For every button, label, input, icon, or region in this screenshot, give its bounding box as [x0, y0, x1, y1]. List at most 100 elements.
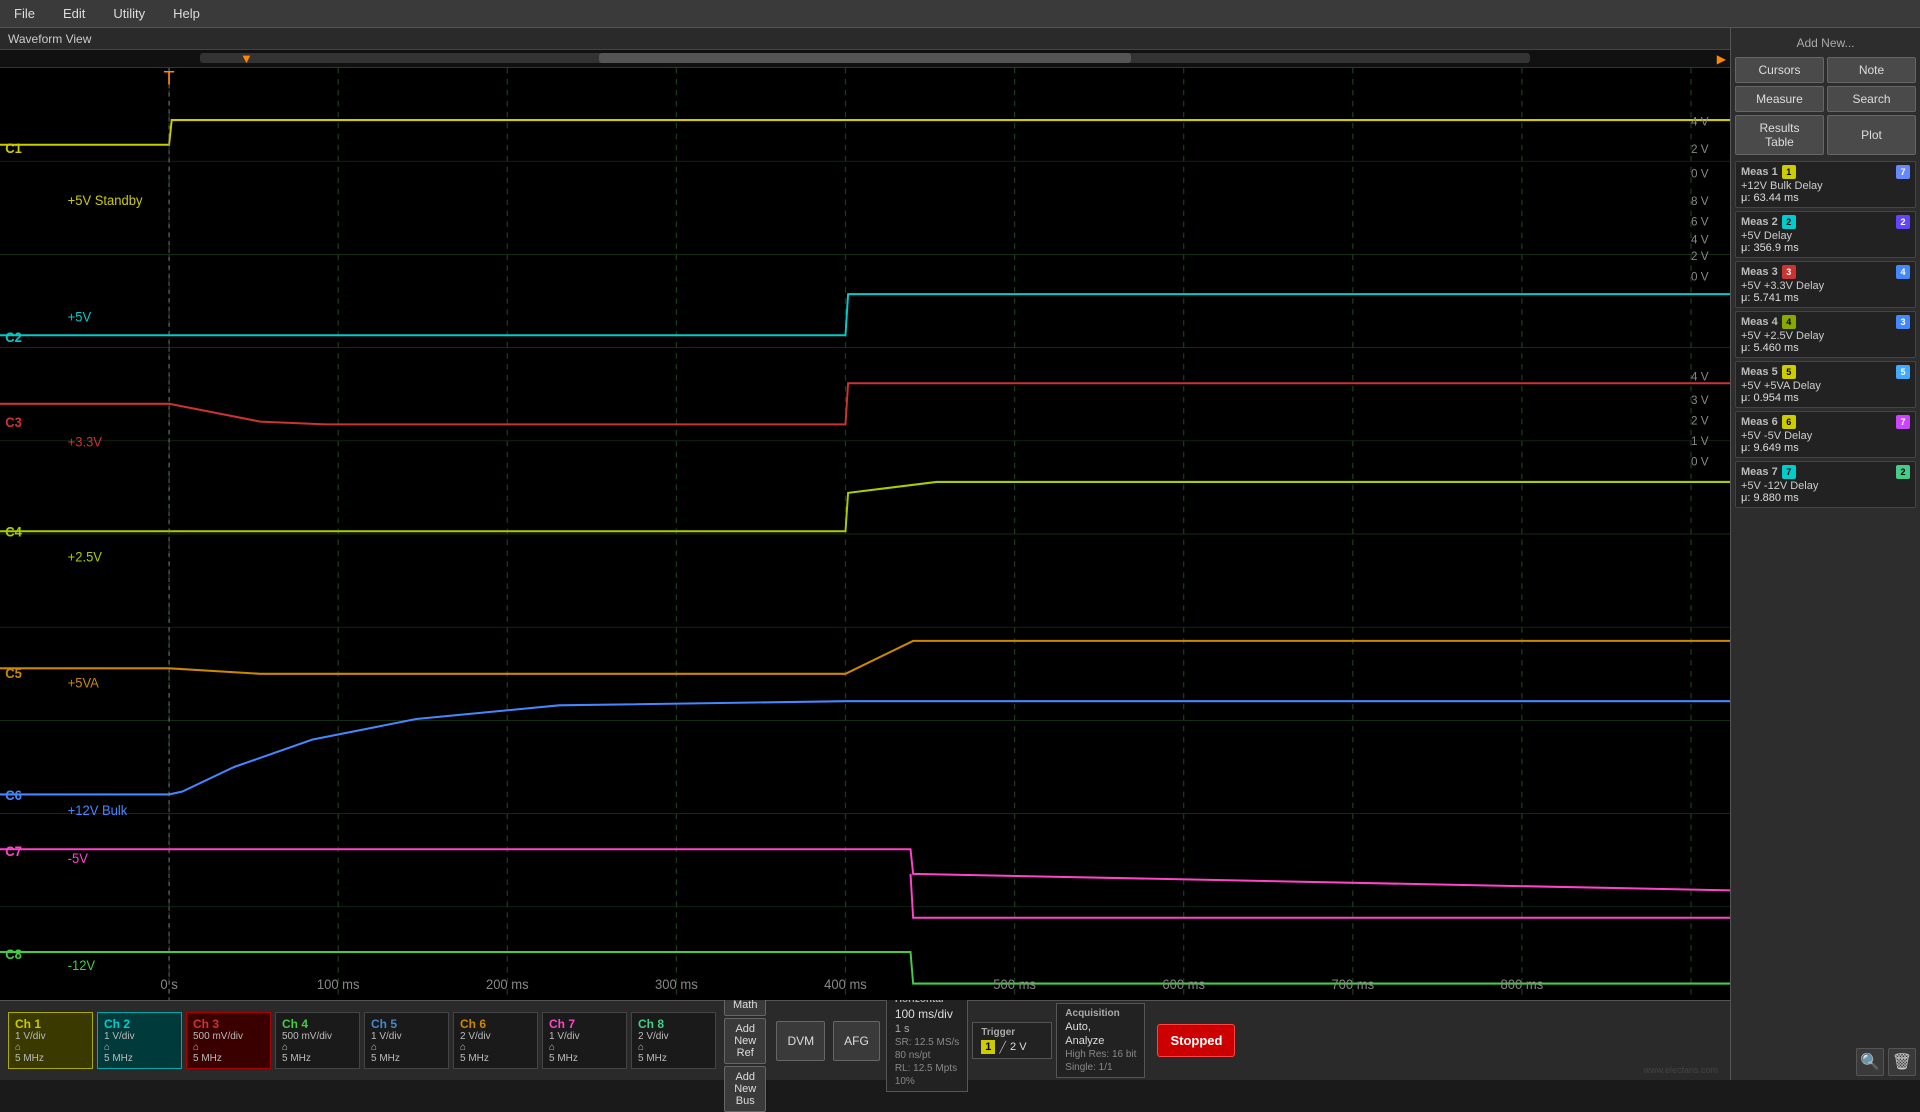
ch6-info[interactable]: Ch 6 2 V/div ⌂ 5 MHz — [453, 1012, 538, 1069]
meas-7-title: +5V -12V Delay — [1741, 480, 1910, 492]
ch8-info[interactable]: Ch 8 2 V/div ⌂ 5 MHz — [631, 1012, 716, 1069]
horizontal-timebase: 100 ms/div — [895, 1007, 959, 1021]
btn-row-1: Cursors Note — [1735, 57, 1916, 83]
stopped-button[interactable]: Stopped — [1157, 1024, 1235, 1057]
svg-text:200 ms: 200 ms — [486, 977, 529, 992]
delete-icon[interactable]: 🗑 — [1888, 1048, 1916, 1076]
svg-text:6 V: 6 V — [1691, 214, 1709, 228]
ch8-label: Ch 8 — [638, 1017, 709, 1031]
menu-utility[interactable]: Utility — [107, 4, 151, 23]
add-new-label: Add New... — [1735, 32, 1916, 54]
meas-2[interactable]: Meas 2 2 2 +5V Delay μ: 356.9 ms — [1735, 211, 1916, 258]
svg-text:C4: C4 — [5, 524, 22, 539]
ch5-label: Ch 5 — [371, 1017, 442, 1031]
note-button[interactable]: Note — [1827, 57, 1916, 83]
svg-text:-5V: -5V — [68, 851, 88, 866]
ch7-freq: 5 MHz — [549, 1053, 620, 1064]
zoom-bar[interactable] — [200, 53, 1530, 63]
meas-3-label: Meas 3 — [1741, 266, 1778, 278]
acquisition-mode: Auto, — [1065, 1021, 1136, 1033]
add-new-ref-btn[interactable]: Add New Ref — [724, 1018, 766, 1064]
waveform-canvas[interactable]: T C1 C2 C3 C4 C5 C6 C7 C8 +5V Standby +5… — [0, 68, 1730, 1000]
meas-6[interactable]: Meas 6 6 7 +5V -5V Delay μ: 9.649 ms — [1735, 411, 1916, 458]
stopped-btn-area: Stopped — [1157, 1024, 1235, 1057]
menu-edit[interactable]: Edit — [57, 4, 91, 23]
ch3-info[interactable]: Ch 3 500 mV/div ⌂ 5 MHz — [186, 1012, 271, 1069]
acquisition-single: Single: 1/1 — [1065, 1062, 1136, 1073]
zoom-icon[interactable]: 🔍 — [1856, 1048, 1884, 1076]
svg-text:600 ms: 600 ms — [1162, 977, 1205, 992]
cursors-button[interactable]: Cursors — [1735, 57, 1824, 83]
meas-1[interactable]: Meas 1 1 7 +12V Bulk Delay μ: 63.44 ms — [1735, 161, 1916, 208]
measurements-list: Meas 1 1 7 +12V Bulk Delay μ: 63.44 ms M… — [1731, 159, 1920, 1044]
search-button[interactable]: Search — [1827, 86, 1916, 112]
right-panel: Add New... Cursors Note Measure Search R… — [1730, 28, 1920, 1080]
ch7-label: Ch 7 — [549, 1017, 620, 1031]
svg-text:3 V: 3 V — [1691, 393, 1709, 407]
acquisition-section: Acquisition Auto, Analyze High Res: 16 b… — [1056, 1003, 1145, 1078]
afg-button[interactable]: AFG — [833, 1021, 880, 1061]
ch1-info[interactable]: Ch 1 1 V/div ⌂ 5 MHz — [8, 1012, 93, 1069]
ch3-bw: ⌂ — [193, 1042, 264, 1053]
ch6-label: Ch 6 — [460, 1017, 531, 1031]
btn-row-3: Results Table Plot — [1735, 115, 1916, 155]
trigger-bar: ▼ ▶ — [0, 50, 1730, 68]
add-new-text: Add New... — [1796, 36, 1854, 50]
svg-text:0 V: 0 V — [1691, 454, 1709, 468]
meas-1-title: +12V Bulk Delay — [1741, 180, 1910, 192]
add-new-bus-btn[interactable]: Add New Bus — [724, 1066, 766, 1112]
meas-2-title: +5V Delay — [1741, 230, 1910, 242]
meas-3-title: +5V +3.3V Delay — [1741, 280, 1910, 292]
meas-6-ch-badge: 7 — [1896, 415, 1910, 429]
menu-file[interactable]: File — [8, 4, 41, 23]
right-top-buttons: Add New... Cursors Note Measure Search R… — [1731, 28, 1920, 159]
svg-text:C1: C1 — [5, 141, 22, 156]
svg-text:C3: C3 — [5, 415, 22, 430]
meas-1-label: Meas 1 — [1741, 166, 1778, 178]
meas-5[interactable]: Meas 5 5 5 +5V +5VA Delay μ: 0.954 ms — [1735, 361, 1916, 408]
meas-5-header: Meas 5 5 5 — [1741, 365, 1910, 379]
horizontal-sr: SR: 12.5 MS/s — [895, 1037, 959, 1048]
meas-7[interactable]: Meas 7 7 2 +5V -12V Delay μ: 9.880 ms — [1735, 461, 1916, 508]
results-table-button[interactable]: Results Table — [1735, 115, 1824, 155]
meas-7-value: μ: 9.880 ms — [1741, 492, 1910, 504]
meas-2-ch-badge: 2 — [1896, 215, 1910, 229]
meas-4-ch-badge: 3 — [1896, 315, 1910, 329]
ch2-info[interactable]: Ch 2 1 V/div ⌂ 5 MHz — [97, 1012, 182, 1069]
horizontal-trig-pct: 10% — [895, 1076, 959, 1087]
meas-6-header: Meas 6 6 7 — [1741, 415, 1910, 429]
menu-help[interactable]: Help — [167, 4, 206, 23]
ch7-info[interactable]: Ch 7 1 V/div ⌂ 5 MHz — [542, 1012, 627, 1069]
svg-text:+5V Standby: +5V Standby — [68, 193, 143, 208]
ch1-vdiv: 1 V/div — [15, 1031, 86, 1042]
ch2-label: Ch 2 — [104, 1017, 175, 1031]
waveform-title: Waveform View — [8, 32, 91, 46]
ch4-freq: 5 MHz — [282, 1053, 353, 1064]
svg-text:4 V: 4 V — [1691, 369, 1709, 383]
ch4-info[interactable]: Ch 4 500 mV/div ⌂ 5 MHz — [275, 1012, 360, 1069]
trigger-ch-row: 1 ╱ 2 V — [981, 1040, 1043, 1054]
meas-4[interactable]: Meas 4 4 3 +5V +2.5V Delay μ: 5.460 ms — [1735, 311, 1916, 358]
plot-button[interactable]: Plot — [1827, 115, 1916, 155]
ch5-info[interactable]: Ch 5 1 V/div ⌂ 5 MHz — [364, 1012, 449, 1069]
meas-3-value: μ: 5.741 ms — [1741, 292, 1910, 304]
trigger-level: 2 V — [1010, 1041, 1027, 1053]
zoom-area: 🔍 🗑 — [1731, 1044, 1920, 1080]
waveform-area: Waveform View ▼ ▶ — [0, 28, 1730, 1080]
svg-text:100 ms: 100 ms — [317, 977, 360, 992]
meas-3[interactable]: Meas 3 3 4 +5V +3.3V Delay μ: 5.741 ms — [1735, 261, 1916, 308]
meas-2-value: μ: 356.9 ms — [1741, 242, 1910, 254]
acquisition-title: Acquisition — [1065, 1008, 1136, 1019]
ch8-vdiv: 2 V/div — [638, 1031, 709, 1042]
horizontal-section: Horizontal 100 ms/div 1 s SR: 12.5 MS/s … — [886, 989, 968, 1092]
svg-text:C6: C6 — [5, 788, 22, 803]
meas-4-badge: 4 — [1782, 315, 1796, 329]
ch5-bw: ⌂ — [371, 1042, 442, 1053]
measure-button[interactable]: Measure — [1735, 86, 1824, 112]
meas-2-label: Meas 2 — [1741, 216, 1778, 228]
ch2-vdiv: 1 V/div — [104, 1031, 175, 1042]
dvm-button[interactable]: DVM — [776, 1021, 825, 1061]
meas-1-value: μ: 63.44 ms — [1741, 192, 1910, 204]
trigger-ch-badge: 1 — [981, 1040, 995, 1054]
svg-text:+12V Bulk: +12V Bulk — [68, 803, 128, 818]
